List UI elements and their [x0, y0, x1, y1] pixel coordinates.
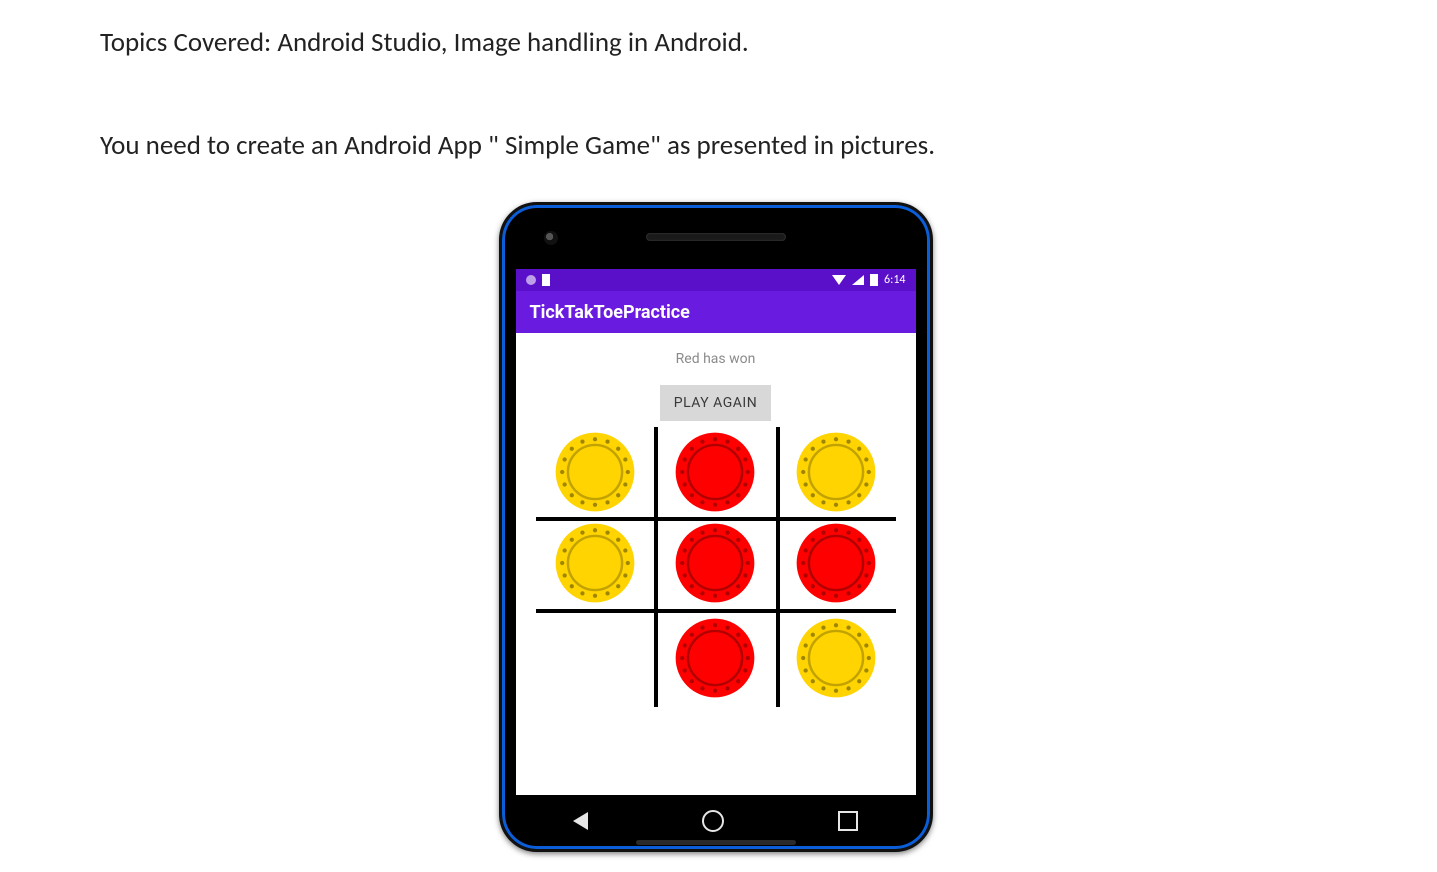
- battery-icon: [870, 274, 878, 286]
- phone-mockup: 6:14 TickTakToePractice Red has won PLAY…: [499, 202, 939, 852]
- yellow-chip-icon: [795, 431, 877, 513]
- board-cell-2-0[interactable]: [536, 609, 654, 707]
- earpiece-speaker-icon: [646, 233, 786, 241]
- notification-dot-icon: [526, 275, 536, 285]
- board-cell-0-1[interactable]: [654, 427, 776, 517]
- notification-card-icon: [542, 274, 550, 286]
- yellow-chip-icon: [554, 522, 636, 604]
- tic-tac-toe-board: [536, 427, 896, 707]
- nav-home-icon[interactable]: [702, 810, 724, 832]
- board-cell-0-2[interactable]: [776, 427, 896, 517]
- phone-top-bezel: [502, 205, 930, 265]
- wifi-icon: [832, 275, 846, 285]
- yellow-chip-icon: [554, 431, 636, 513]
- status-bar-left: [526, 274, 550, 286]
- board-cell-1-2[interactable]: [776, 517, 896, 609]
- status-bar-time: 6:14: [884, 273, 905, 287]
- play-again-button[interactable]: PLAY AGAIN: [660, 385, 771, 421]
- board-cells: [536, 427, 896, 707]
- nav-recent-icon[interactable]: [838, 811, 858, 831]
- board-cell-2-1[interactable]: [654, 609, 776, 707]
- game-status-text: Red has won: [516, 351, 916, 367]
- phone-screen: 6:14 TickTakToePractice Red has won PLAY…: [516, 269, 916, 795]
- board-cell-0-0[interactable]: [536, 427, 654, 517]
- app-title: TickTakToePractice: [530, 302, 690, 323]
- yellow-chip-icon: [795, 617, 877, 699]
- cell-signal-icon: [852, 275, 864, 285]
- nav-back-icon[interactable]: [573, 812, 588, 830]
- game-content: Red has won PLAY AGAIN: [516, 333, 916, 707]
- phone-bottom-grille-icon: [636, 840, 796, 845]
- app-bar: TickTakToePractice: [516, 291, 916, 333]
- red-chip-icon: [674, 617, 756, 699]
- android-status-bar: 6:14: [516, 269, 916, 291]
- red-chip-icon: [795, 522, 877, 604]
- android-nav-bar: [516, 803, 916, 839]
- board-cell-1-0[interactable]: [536, 517, 654, 609]
- instruction-text: You need to create an Android App " Simp…: [100, 129, 1337, 162]
- red-chip-icon: [674, 431, 756, 513]
- status-bar-right: 6:14: [832, 273, 905, 287]
- front-camera-icon: [544, 231, 558, 245]
- red-chip-icon: [674, 522, 756, 604]
- board-cell-1-1[interactable]: [654, 517, 776, 609]
- board-cell-2-2[interactable]: [776, 609, 896, 707]
- phone-body: 6:14 TickTakToePractice Red has won PLAY…: [499, 202, 933, 852]
- topics-covered-text: Topics Covered: Android Studio, Image ha…: [100, 26, 1337, 59]
